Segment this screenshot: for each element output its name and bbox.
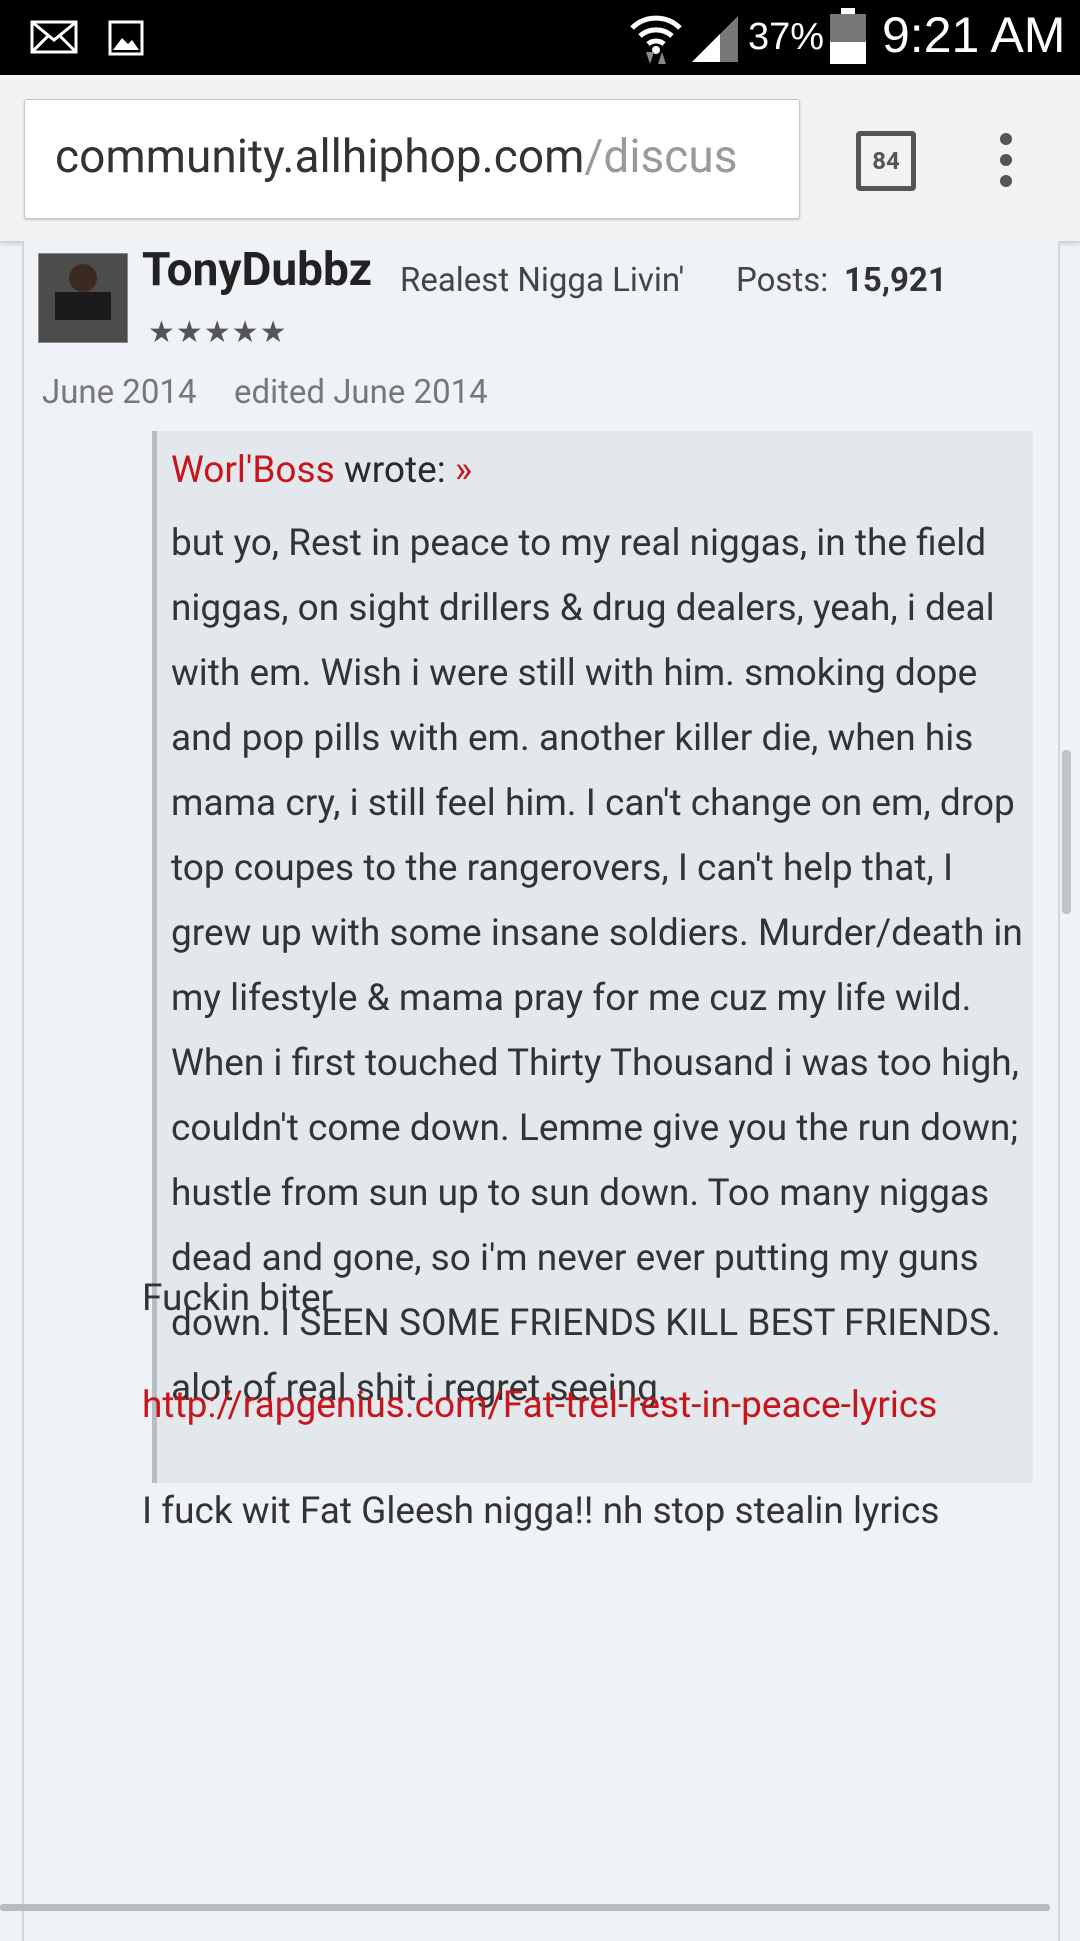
battery-icon — [830, 8, 866, 64]
url-bar[interactable]: community.allhiphop.com/discus — [24, 99, 800, 219]
posts-count: 15,921 — [844, 261, 947, 300]
horizontal-scrollbar[interactable] — [0, 1904, 1050, 1911]
reply-text-line-2: I fuck wit Fat Gleesh nigga!! nh stop st… — [142, 1490, 940, 1533]
rating-stars: ★★★★★ — [148, 315, 288, 350]
url-host: community.allhiphop.com — [55, 130, 585, 184]
post-username[interactable]: TonyDubbz — [142, 243, 372, 297]
quote-author-link[interactable]: Worl'Boss — [171, 449, 335, 492]
wifi-icon — [630, 15, 682, 64]
quote-header: Worl'Boss wrote: » — [171, 449, 472, 492]
status-bar: 37% 9:21 AM — [0, 0, 1080, 75]
user-rank: Realest Nigga Livin' — [400, 261, 685, 300]
url-path: /discus — [584, 130, 738, 184]
posts-label: Posts: — [736, 261, 829, 300]
battery-percentage: 37% — [748, 16, 825, 58]
overflow-menu-icon[interactable] — [998, 133, 1014, 193]
browser-toolbar: community.allhiphop.com/discus 84 — [0, 75, 1080, 242]
avatar[interactable] — [38, 253, 128, 343]
post-edited: edited June 2014 — [234, 373, 488, 412]
tab-switcher-button[interactable]: 84 — [856, 131, 916, 191]
signal-icon — [692, 16, 738, 62]
quote-wrote-label: wrote: — [343, 449, 446, 492]
quote-jump-link[interactable]: » — [455, 449, 472, 492]
tab-count: 84 — [872, 147, 900, 175]
url-text: community.allhiphop.com/discus — [55, 130, 737, 184]
reply-text-line: Fuckin biter — [142, 1277, 334, 1320]
image-icon — [108, 20, 144, 56]
reply-link[interactable]: http://rapgenius.com/Fat-trel-rest-in-pe… — [142, 1384, 937, 1427]
forum-post: TonyDubbz Realest Nigga Livin' Posts: 15… — [22, 241, 1060, 1941]
quote-block: Worl'Boss wrote: » but yo, Rest in peace… — [152, 431, 1033, 1483]
vertical-scrollbar[interactable] — [1062, 750, 1071, 914]
mail-icon — [30, 20, 78, 54]
clock: 9:21 AM — [882, 7, 1066, 63]
post-date[interactable]: June 2014 — [42, 373, 197, 412]
